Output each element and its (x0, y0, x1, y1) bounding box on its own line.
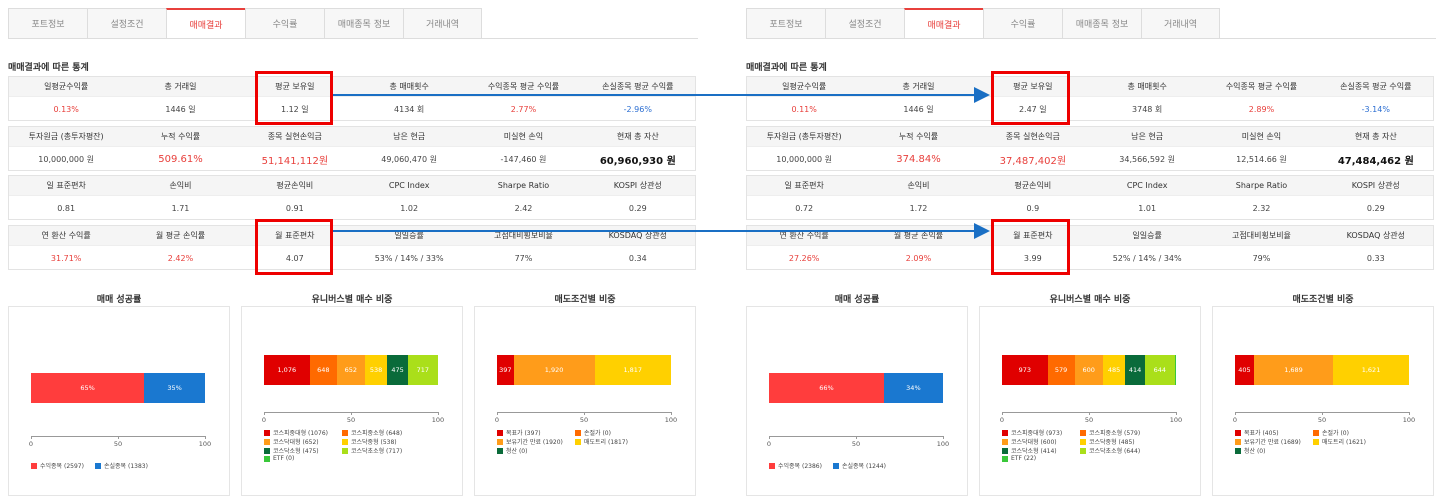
compare-arrows (333, 87, 990, 239)
